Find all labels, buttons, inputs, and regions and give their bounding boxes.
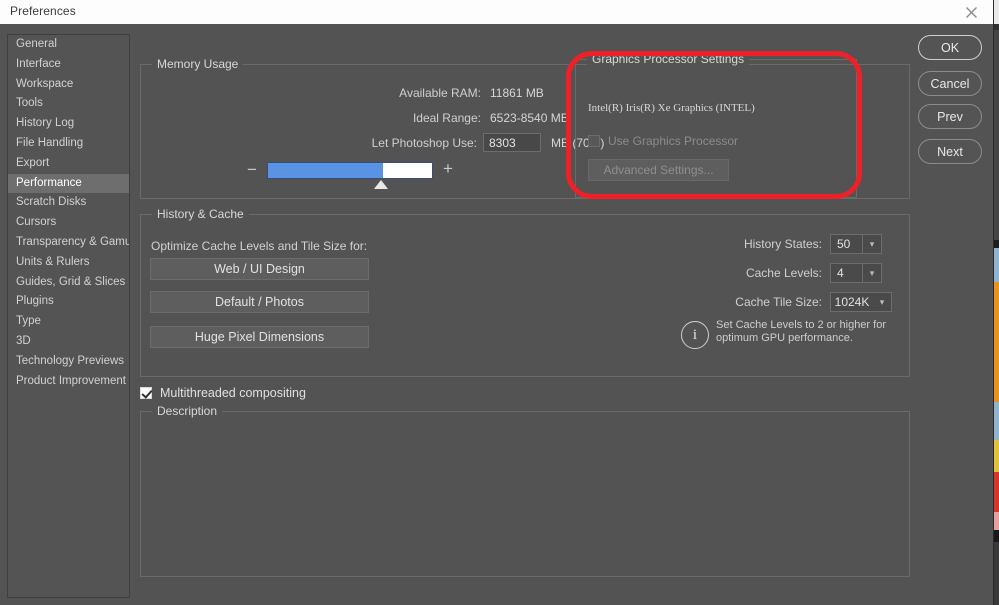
description-group: Description	[140, 404, 910, 577]
dialog-title: Preferences	[10, 4, 76, 18]
cache-tile-size-dropdown[interactable]: 1024K ▾	[830, 292, 892, 312]
detected-gpu-label: Intel(R) Iris(R) Xe Graphics (INTEL)	[588, 102, 755, 114]
sidebar-item-3d[interactable]: 3D	[8, 332, 129, 352]
ideal-range-value: 6523-8540 MB	[490, 111, 569, 125]
sidebar-item-tools[interactable]: Tools	[8, 94, 129, 114]
cache-levels-value: 4	[837, 266, 844, 280]
memory-increase-icon[interactable]: +	[443, 160, 453, 177]
memory-slider-track[interactable]	[267, 162, 433, 179]
ideal-range-label: Ideal Range:	[412, 111, 481, 125]
graphics-processor-group: Graphics Processor Settings Intel(R) Iri…	[575, 52, 857, 198]
available-ram-value: 11861 MB	[490, 86, 544, 100]
sidebar-item-product-improvement[interactable]: Product Improvement	[8, 372, 129, 392]
ok-button[interactable]: OK	[918, 35, 982, 60]
graphics-processor-legend: Graphics Processor Settings	[587, 52, 750, 66]
close-icon[interactable]	[949, 0, 993, 24]
available-ram-label: Available RAM:	[399, 86, 481, 100]
cache-levels-dropdown[interactable]: 4 ▾	[830, 263, 882, 283]
dialog-body: General Interface Workspace Tools Histor…	[0, 24, 993, 605]
description-legend: Description	[152, 404, 223, 418]
chevron-down-icon[interactable]: ▾	[862, 235, 881, 253]
sidebar-item-performance[interactable]: Performance	[8, 173, 129, 194]
let-photoshop-use-label: Let Photoshop Use:	[371, 136, 477, 150]
preferences-category-list[interactable]: General Interface Workspace Tools Histor…	[7, 34, 130, 598]
memory-slider-fill	[268, 163, 383, 178]
sidebar-item-transparency-gamut[interactable]: Transparency & Gamut	[8, 233, 129, 253]
sidebar-item-guides-grid-slices[interactable]: Guides, Grid & Slices	[8, 273, 129, 293]
memory-slider-thumb[interactable]	[374, 180, 388, 189]
preset-default-photos-button[interactable]: Default / Photos	[150, 291, 369, 313]
history-states-value: 50	[837, 237, 851, 251]
cache-tile-size-value: 1024K	[834, 295, 870, 309]
multithreaded-compositing-label: Multithreaded compositing	[160, 386, 306, 400]
advanced-settings-button[interactable]: Advanced Settings...	[588, 159, 729, 181]
history-states-label: History States:	[743, 237, 822, 251]
preferences-dialog: Preferences General Interface Workspace …	[0, 0, 993, 605]
chevron-down-icon[interactable]: ▾	[873, 293, 891, 311]
sidebar-item-plugins[interactable]: Plugins	[8, 292, 129, 312]
info-icon: i	[681, 321, 709, 349]
sidebar-item-workspace[interactable]: Workspace	[8, 75, 129, 95]
sidebar-item-technology-previews[interactable]: Technology Previews	[8, 352, 129, 372]
multithreaded-compositing-row[interactable]: Multithreaded compositing	[140, 386, 306, 400]
history-states-dropdown[interactable]: 50 ▾	[830, 234, 882, 254]
cache-levels-hint-text: Set Cache Levels to 2 or higher for opti…	[716, 319, 886, 344]
history-cache-group: History & Cache Optimize Cache Levels an…	[140, 207, 910, 377]
sidebar-item-export[interactable]: Export	[8, 154, 129, 174]
memory-amount-input[interactable]	[483, 133, 541, 152]
optimize-cache-label: Optimize Cache Levels and Tile Size for:	[151, 239, 368, 253]
memory-decrease-icon[interactable]: −	[247, 161, 257, 178]
dialog-titlebar: Preferences	[0, 0, 993, 25]
cache-tile-size-label: Cache Tile Size:	[735, 295, 822, 309]
chevron-down-icon[interactable]: ▾	[862, 264, 881, 282]
memory-usage-legend: Memory Usage	[152, 57, 244, 71]
sidebar-item-interface[interactable]: Interface	[8, 55, 129, 75]
preset-web-ui-design-button[interactable]: Web / UI Design	[150, 258, 369, 280]
prev-button[interactable]: Prev	[918, 104, 982, 129]
use-graphics-processor-checkbox[interactable]	[588, 135, 600, 147]
cache-levels-label: Cache Levels:	[745, 266, 822, 280]
sidebar-item-type[interactable]: Type	[8, 312, 129, 332]
sidebar-item-history-log[interactable]: History Log	[8, 114, 129, 134]
cancel-button[interactable]: Cancel	[918, 71, 982, 96]
sidebar-item-cursors[interactable]: Cursors	[8, 213, 129, 233]
history-cache-legend: History & Cache	[152, 207, 249, 221]
sidebar-item-general[interactable]: General	[8, 35, 129, 55]
multithreaded-compositing-checkbox[interactable]	[140, 387, 152, 399]
preset-huge-pixel-dimensions-button[interactable]: Huge Pixel Dimensions	[150, 326, 369, 348]
next-button[interactable]: Next	[918, 139, 982, 164]
sidebar-item-scratch-disks[interactable]: Scratch Disks	[8, 193, 129, 213]
use-graphics-processor-label: Use Graphics Processor	[608, 134, 739, 148]
use-graphics-processor-row[interactable]: Use Graphics Processor	[588, 134, 738, 148]
sidebar-item-file-handling[interactable]: File Handling	[8, 134, 129, 154]
sidebar-item-units-rulers[interactable]: Units & Rulers	[8, 253, 129, 273]
